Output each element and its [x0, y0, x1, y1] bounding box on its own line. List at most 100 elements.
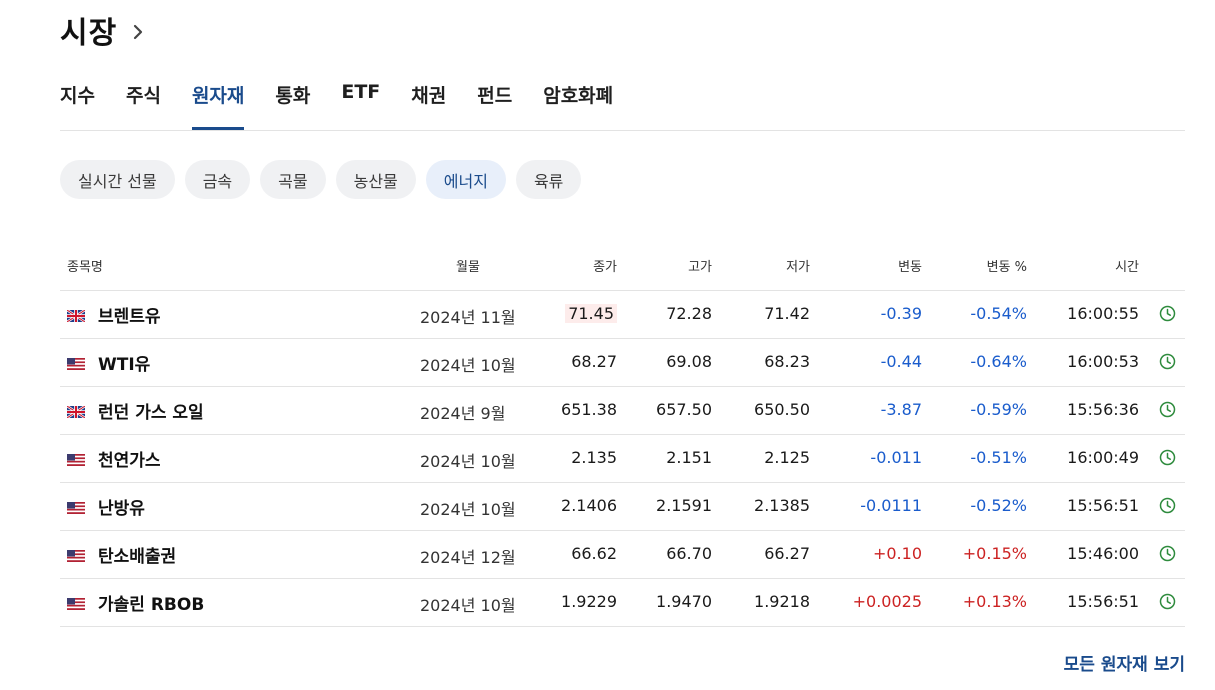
clock-icon[interactable] — [1159, 353, 1176, 370]
column-change[interactable]: 변동 — [898, 256, 922, 275]
close-price: 2.135 — [571, 448, 617, 467]
tab-commodities[interactable]: 원자재 — [191, 78, 245, 130]
chip-grains[interactable]: 곡물 — [260, 160, 326, 199]
commodity-name[interactable]: 가솔린 RBOB — [98, 590, 204, 615]
us-flag-icon — [67, 355, 85, 370]
category-chips: 실시간 선물 금속 곡물 농산물 에너지 육류 — [60, 160, 591, 199]
page-title[interactable]: 시장 — [60, 8, 117, 52]
column-name[interactable]: 종목명 — [67, 256, 103, 275]
close-price: 2.1406 — [561, 496, 617, 515]
chevron-right-icon[interactable] — [131, 23, 145, 41]
clock-icon[interactable] — [1159, 401, 1176, 418]
close-price: 66.62 — [571, 544, 617, 563]
change-percent: -0.51% — [970, 448, 1027, 467]
tab-stocks[interactable]: 주식 — [126, 78, 161, 130]
commodity-name[interactable]: 런던 가스 오일 — [98, 398, 204, 423]
chip-softs[interactable]: 농산물 — [335, 160, 416, 199]
low-price: 66.27 — [764, 544, 810, 563]
contract-month: 2024년 9월 — [420, 404, 506, 423]
column-time[interactable]: 시간 — [1115, 256, 1139, 275]
tab-crypto[interactable]: 암호화폐 — [543, 78, 613, 130]
close-price-value: 68.27 — [571, 352, 617, 371]
change-value: +0.0025 — [852, 592, 922, 611]
tab-currencies[interactable]: 통화 — [275, 78, 310, 130]
commodity-name[interactable]: 브렌트유 — [98, 302, 161, 327]
chip-energy[interactable]: 에너지 — [425, 160, 506, 199]
low-price: 71.42 — [764, 304, 810, 323]
contract-month: 2024년 10월 — [420, 500, 516, 519]
contract-month: 2024년 10월 — [420, 596, 516, 615]
table-row[interactable]: 탄소배출권 2024년 12월 66.62 66.70 66.27 +0.10 +0.15%… — [60, 530, 1185, 579]
table-row[interactable]: 런던 가스 오일 2024년 9월 651.38 657.50 650.50 -3.87 -… — [60, 386, 1185, 435]
quote-time: 15:56:51 — [1067, 592, 1139, 611]
table-row[interactable]: 브렌트유 2024년 11월 71.45 72.28 71.42 -0.39 -0.54% 1… — [60, 290, 1185, 339]
close-price-value: 66.62 — [571, 544, 617, 563]
tab-etf[interactable]: ETF — [341, 78, 380, 130]
quote-time: 15:56:36 — [1067, 400, 1139, 419]
column-month[interactable]: 월물 — [456, 256, 480, 275]
change-value: +0.10 — [872, 544, 922, 563]
high-price: 657.50 — [656, 400, 712, 419]
low-price: 650.50 — [754, 400, 810, 419]
change-percent: -0.52% — [970, 496, 1027, 515]
clock-icon[interactable] — [1159, 593, 1176, 610]
change-percent: -0.59% — [970, 400, 1027, 419]
change-value: -0.011 — [870, 448, 922, 467]
view-all-commodities-link[interactable]: 모든 원자재 보기 — [1064, 650, 1185, 675]
close-price: 651.38 — [561, 400, 617, 419]
change-percent: +0.13% — [962, 592, 1027, 611]
quote-time: 15:46:00 — [1067, 544, 1139, 563]
chip-metals[interactable]: 금속 — [184, 160, 251, 199]
tab-index[interactable]: 지수 — [60, 78, 95, 130]
clock-icon[interactable] — [1159, 449, 1176, 466]
commodity-name[interactable]: 탄소배출권 — [98, 542, 176, 567]
quote-time: 16:00:55 — [1067, 304, 1139, 323]
low-price: 1.9218 — [754, 592, 810, 611]
column-close[interactable]: 종가 — [593, 256, 617, 275]
clock-icon[interactable] — [1159, 497, 1176, 514]
table-row[interactable]: 난방유 2024년 10월 2.1406 2.1591 2.1385 -0.0111 -0.… — [60, 482, 1185, 531]
us-flag-icon — [67, 595, 85, 610]
close-price: 71.45 — [565, 304, 617, 323]
high-price: 2.151 — [666, 448, 712, 467]
commodity-name[interactable]: WTI유 — [98, 350, 150, 375]
contract-month: 2024년 10월 — [420, 356, 516, 375]
tab-funds[interactable]: 펀드 — [477, 78, 512, 130]
close-price-value: 2.1406 — [561, 496, 617, 515]
us-flag-icon — [67, 451, 85, 466]
table-header: 종목명 월물 종가 고가 저가 변동 변동 % 시간 — [60, 242, 1185, 291]
chip-realtime-futures[interactable]: 실시간 선물 — [60, 160, 175, 199]
change-value: -3.87 — [880, 400, 922, 419]
close-price-value: 651.38 — [561, 400, 617, 419]
low-price: 2.125 — [764, 448, 810, 467]
us-flag-icon — [67, 547, 85, 562]
high-price: 72.28 — [666, 304, 712, 323]
table-row[interactable]: 가솔린 RBOB 2024년 10월 1.9229 1.9470 1.9218 +0.00… — [60, 578, 1185, 627]
close-price-value: 1.9229 — [561, 592, 617, 611]
change-percent: -0.64% — [970, 352, 1027, 371]
tab-bonds[interactable]: 채권 — [411, 78, 446, 130]
change-percent: +0.15% — [962, 544, 1027, 563]
quote-time: 15:56:51 — [1067, 496, 1139, 515]
table-row[interactable]: 천연가스 2024년 10월 2.135 2.151 2.125 -0.011 -0.51%… — [60, 434, 1185, 483]
close-price-value: 71.45 — [565, 304, 617, 323]
column-high[interactable]: 고가 — [688, 256, 712, 275]
close-price: 68.27 — [571, 352, 617, 371]
quote-time: 16:00:53 — [1067, 352, 1139, 371]
column-low[interactable]: 저가 — [786, 256, 810, 275]
high-price: 69.08 — [666, 352, 712, 371]
change-percent: -0.54% — [970, 304, 1027, 323]
commodity-name[interactable]: 천연가스 — [98, 446, 161, 471]
clock-icon[interactable] — [1159, 305, 1176, 322]
high-price: 66.70 — [666, 544, 712, 563]
chip-meats[interactable]: 육류 — [515, 160, 582, 199]
clock-icon[interactable] — [1159, 545, 1176, 562]
contract-month: 2024년 10월 — [420, 452, 516, 471]
high-price: 1.9470 — [656, 592, 712, 611]
low-price: 68.23 — [764, 352, 810, 371]
us-flag-icon — [67, 499, 85, 514]
commodity-name[interactable]: 난방유 — [98, 494, 145, 519]
market-tabs: 지수 주식 원자재 통화 ETF 채권 펀드 암호화폐 — [60, 78, 1185, 131]
column-change-pct[interactable]: 변동 % — [987, 256, 1027, 275]
table-row[interactable]: WTI유 2024년 10월 68.27 69.08 68.23 -0.44 -0.64% 1… — [60, 338, 1185, 387]
